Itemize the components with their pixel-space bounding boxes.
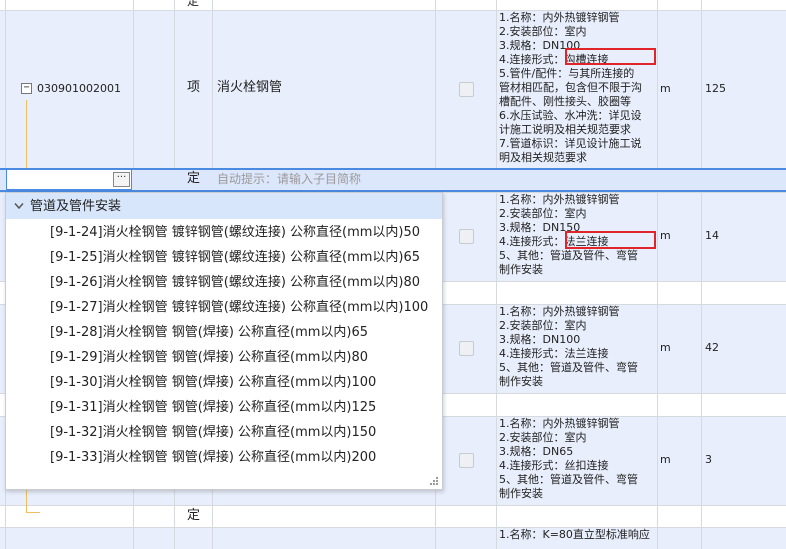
item-description: 1.名称：内外热镀锌钢管 2.安装部位：室内 3.规格：DN100 4.连接形式… xyxy=(499,11,642,164)
ellipsis-icon[interactable]: ··· xyxy=(113,172,130,187)
row-sub-item[interactable] xyxy=(0,505,786,527)
item-quantity: 14 xyxy=(705,229,719,242)
item-name[interactable]: 消火栓钢管 xyxy=(217,81,282,95)
popup-option[interactable]: [9-1-31]消火栓钢管 钢管(焊接) 公称直径(mm以内)125 xyxy=(50,400,376,416)
edit-row-type: 定 xyxy=(187,171,201,186)
tree-guide-line xyxy=(26,490,27,512)
popup-option[interactable]: [9-1-29]消火栓钢管 钢管(焊接) 公称直径(mm以内)80 xyxy=(50,350,368,366)
popup-option[interactable]: [9-1-26]消火栓钢管 镀锌钢管(螺纹连接) 公称直径(mm以内)80 xyxy=(50,275,420,291)
popup-group-label: 管道及管件安装 xyxy=(30,199,122,214)
item-unit: m xyxy=(660,82,671,95)
popup-option[interactable]: [9-1-32]消火栓钢管 钢管(焊接) 公称直径(mm以内)150 xyxy=(50,425,376,441)
chevron-down-icon[interactable] xyxy=(14,202,24,210)
highlight-box xyxy=(565,231,656,249)
popup-option[interactable]: [9-1-27]消火栓钢管 镀锌钢管(螺纹连接) 公称直径(mm以内)100 xyxy=(50,300,428,316)
popup-option[interactable]: [9-1-28]消火栓钢管 钢管(焊接) 公称直径(mm以内)65 xyxy=(50,325,368,341)
autocomplete-popup[interactable]: 管道及管件安装 [9-1-24]消火栓钢管 镀锌钢管(螺纹连接) 公称直径(mm… xyxy=(5,192,443,490)
tree-guide-branch xyxy=(26,512,40,513)
item-unit: m xyxy=(660,341,671,354)
popup-option[interactable]: [9-1-30]消火栓钢管 钢管(焊接) 公称直径(mm以内)100 xyxy=(50,375,376,391)
item-unit: m xyxy=(660,453,671,466)
item-unit: m xyxy=(660,229,671,242)
row-top-unit-type: 定 xyxy=(187,0,200,8)
item-checkbox[interactable] xyxy=(459,229,474,244)
popup-option[interactable]: [9-1-25]消火栓钢管 镀锌钢管(螺纹连接) 公称直径(mm以内)65 xyxy=(50,250,420,266)
edit-row-hint[interactable]: 自动提示：请输入子目简称 xyxy=(217,172,361,186)
item-description: 1.名称：内外热镀锌钢管 2.安装部位：室内 3.规格：DN65 4.连接形式：… xyxy=(499,417,638,500)
item-code: 030901002001 xyxy=(37,82,121,95)
highlight-box xyxy=(565,48,656,65)
item-type: 项 xyxy=(187,80,201,95)
item-quantity: 125 xyxy=(705,82,726,95)
minus-box-icon[interactable]: − xyxy=(21,83,32,94)
item-description: 1.名称：内外热镀锌钢管 2.安装部位：室内 3.规格：DN100 4.连接形式… xyxy=(499,305,638,388)
item-quantity: 42 xyxy=(705,341,719,354)
row-item-5[interactable] xyxy=(0,527,786,549)
item-checkbox[interactable] xyxy=(459,453,474,468)
item-checkbox[interactable] xyxy=(459,82,474,97)
popup-option[interactable]: [9-1-24]消火栓钢管 镀锌钢管(螺纹连接) 公称直径(mm以内)50 xyxy=(50,225,420,241)
item-description: 1.名称：K=80直立型标准响应 xyxy=(499,528,650,541)
tree-guide-line xyxy=(26,100,27,168)
sub-item-type: 定 xyxy=(187,508,201,523)
item-checkbox[interactable] xyxy=(459,341,474,356)
popup-option[interactable]: [9-1-33]消火栓钢管 钢管(焊接) 公称直径(mm以内)200 xyxy=(50,450,376,466)
resize-grip-icon[interactable] xyxy=(430,477,439,486)
item-quantity: 3 xyxy=(705,453,712,466)
row-top-partial xyxy=(0,0,786,10)
